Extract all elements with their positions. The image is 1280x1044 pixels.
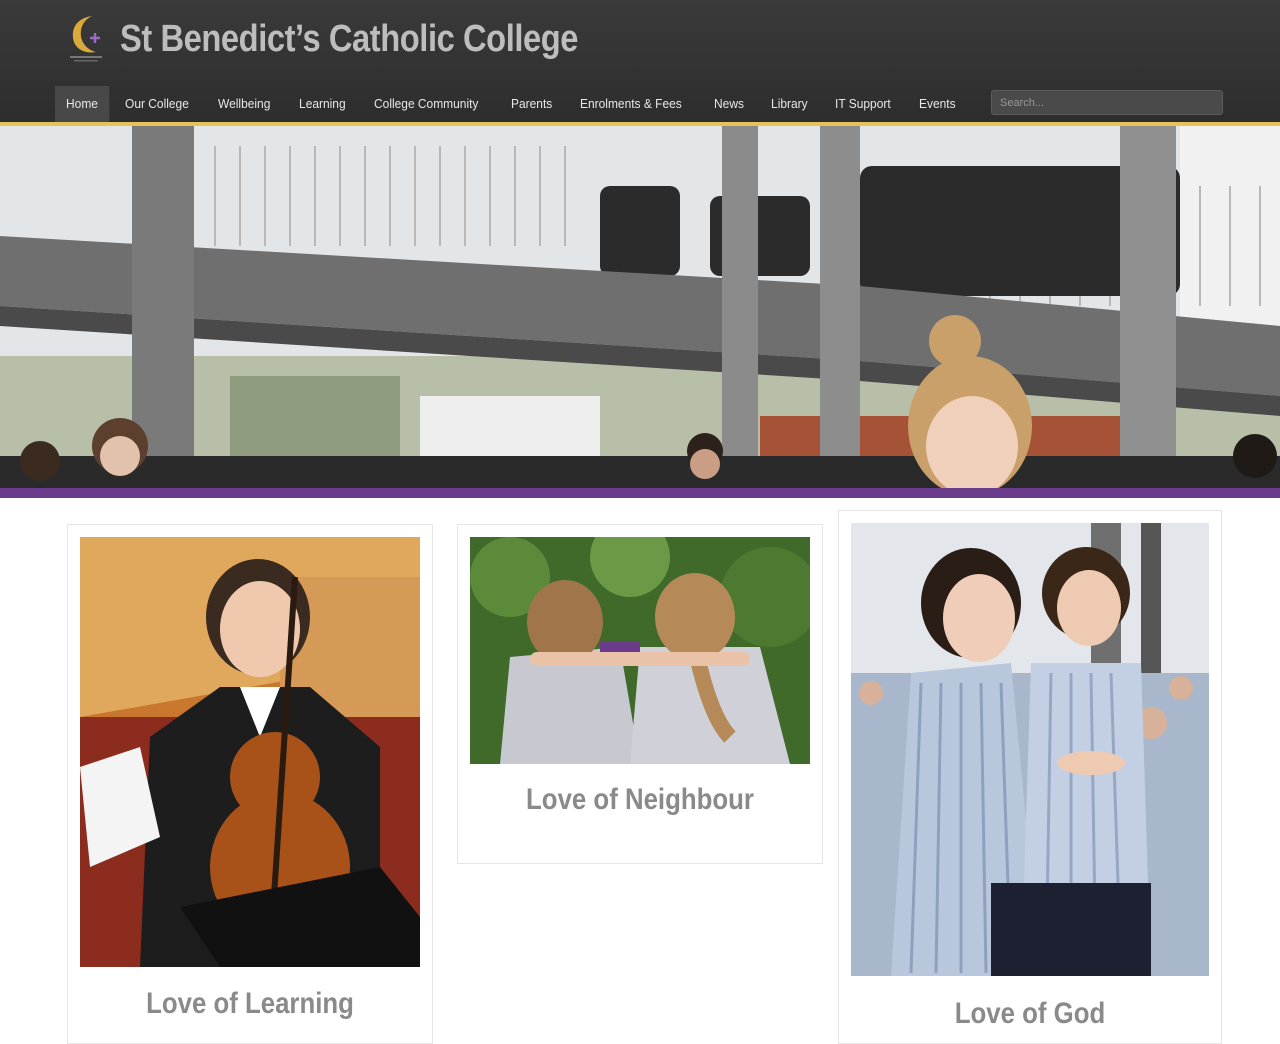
site-header: St Benedict’s Catholic College Home Our …: [0, 0, 1280, 124]
card-image-friends[interactable]: [470, 537, 810, 764]
college-logo[interactable]: [66, 12, 106, 66]
card-title-love-of-god[interactable]: Love of God: [866, 997, 1195, 1031]
nav-item-learning[interactable]: Learning: [288, 86, 357, 122]
nav-item-wellbeing[interactable]: Wellbeing: [207, 86, 281, 122]
card-title-love-of-neighbour[interactable]: Love of Neighbour: [483, 783, 796, 817]
hero-banner: [0, 126, 1280, 488]
hero-photo: [0, 126, 1280, 488]
nav-item-library[interactable]: Library: [760, 86, 819, 122]
nav-item-it-support[interactable]: IT Support: [824, 86, 902, 122]
card-image-prayer[interactable]: [851, 523, 1209, 976]
nav-item-college-community[interactable]: College Community: [363, 86, 489, 122]
main-nav: Home Our College Wellbeing Learning Coll…: [55, 86, 972, 122]
nav-item-parents[interactable]: Parents: [500, 86, 563, 122]
nav-item-events[interactable]: Events: [908, 86, 967, 122]
card-love-of-neighbour[interactable]: Love of Neighbour: [457, 524, 823, 864]
cello-photo: [80, 537, 420, 967]
friends-photo: [470, 537, 810, 764]
card-love-of-learning[interactable]: Love of Learning: [67, 524, 433, 1044]
card-image-cello-student[interactable]: [80, 537, 420, 967]
card-title-love-of-learning[interactable]: Love of Learning: [93, 987, 406, 1021]
site-title[interactable]: St Benedict’s Catholic College: [120, 18, 578, 61]
nav-item-enrolments-fees[interactable]: Enrolments & Fees: [569, 86, 693, 122]
nav-item-news[interactable]: News: [703, 86, 755, 122]
prayer-photo: [851, 523, 1209, 976]
nav-item-our-college[interactable]: Our College: [114, 86, 200, 122]
search-input[interactable]: [991, 90, 1223, 115]
card-love-of-god[interactable]: Love of God: [838, 510, 1222, 1044]
hero-divider: [0, 488, 1280, 498]
nav-item-home[interactable]: Home: [55, 86, 109, 122]
